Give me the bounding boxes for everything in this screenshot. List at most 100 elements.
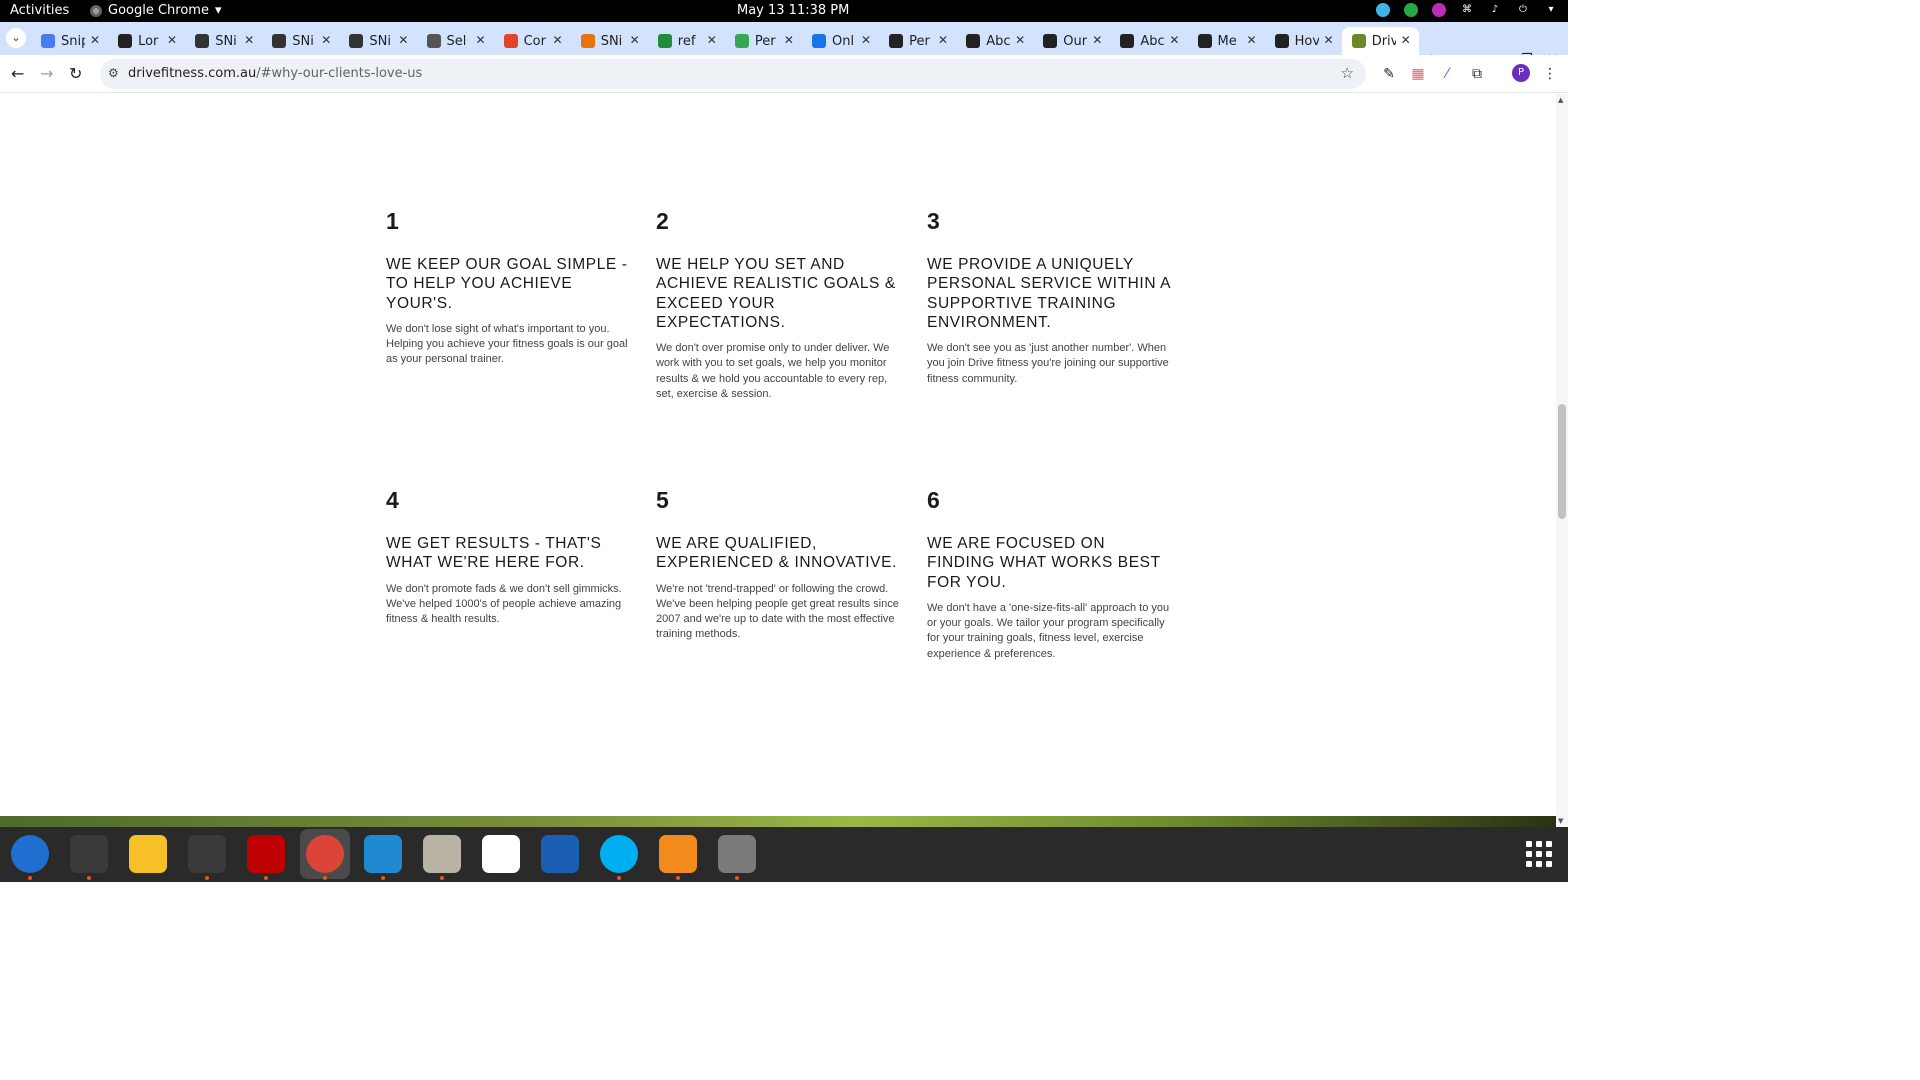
browser-tab[interactable]: Sel ✕	[417, 27, 494, 55]
skype-launcher[interactable]	[594, 829, 644, 879]
volume-icon[interactable]: ♪	[1488, 3, 1502, 17]
tab-close-icon[interactable]: ✕	[475, 33, 485, 47]
tab-title: Lor	[138, 33, 159, 49]
browser-tab[interactable]: Driv ✕	[1341, 27, 1419, 55]
tab-close-icon[interactable]: ✕	[1092, 33, 1102, 47]
tab-close-icon[interactable]: ✕	[90, 33, 100, 47]
extensions-puzzle-icon[interactable]: ⧉	[1468, 65, 1486, 83]
url-text[interactable]: drivefitness.com.au/#why-our-clients-lov…	[128, 66, 422, 81]
clock[interactable]: May 13 11:38 PM	[737, 3, 849, 18]
browser-tab[interactable]: Our ✕	[1033, 27, 1110, 55]
app-name: Google Chrome	[108, 3, 209, 18]
terminal-launcher[interactable]	[64, 829, 114, 879]
chrome-menu-icon[interactable]: ⋮	[1541, 65, 1559, 83]
tab-close-icon[interactable]: ✕	[1169, 33, 1179, 47]
tab-close-icon[interactable]: ✕	[167, 33, 177, 47]
browser-tab[interactable]: Abc ✕	[1110, 27, 1187, 55]
app-menu[interactable]: Google Chrome ▾	[90, 3, 222, 18]
forward-button[interactable]: →	[40, 64, 53, 83]
address-bar[interactable]: ⚙ drivefitness.com.au/#why-our-clients-l…	[100, 59, 1366, 89]
tab-close-icon[interactable]: ✕	[553, 33, 563, 47]
scroll-up-arrow-icon[interactable]: ▲	[1558, 96, 1563, 104]
browser-tab[interactable]: SNi ✕	[262, 27, 339, 55]
eyedropper-extension-icon[interactable]: ✎	[1380, 65, 1398, 83]
browser-tab[interactable]: Per ✕	[879, 27, 956, 55]
browser-tab[interactable]: SNi ✕	[185, 27, 262, 55]
browser-tab[interactable]: SNi ✕	[571, 27, 648, 55]
calendar-extension-icon[interactable]: ▦	[1409, 65, 1427, 83]
feature-heading: WE KEEP OUR GOAL SIMPLE - TO HELP YOU AC…	[386, 256, 628, 312]
tab-title: Hov	[1294, 33, 1319, 49]
profile-avatar[interactable]: P	[1512, 64, 1530, 82]
browser-tab[interactable]: Lor ✕	[108, 27, 185, 55]
browser-tab[interactable]: ref ✕	[648, 27, 725, 55]
thunderbird-launcher[interactable]	[5, 829, 55, 879]
tab-close-icon[interactable]: ✕	[1401, 33, 1411, 47]
chevron-down-icon[interactable]: ▾	[1544, 3, 1558, 17]
feature-number: 2	[656, 208, 669, 234]
tab-close-icon[interactable]: ✕	[1015, 33, 1025, 47]
tab-close-icon[interactable]: ✕	[398, 33, 408, 47]
running-indicator	[263, 876, 268, 880]
notes-launcher[interactable]	[123, 829, 173, 879]
tab-close-icon[interactable]: ✕	[707, 33, 717, 47]
color-picker-icon[interactable]	[1432, 3, 1446, 17]
tab-close-icon[interactable]: ✕	[321, 33, 331, 47]
tab-title: SNi	[600, 33, 623, 49]
feature-number: 6	[927, 487, 940, 513]
network-icon[interactable]: ⌘	[1460, 3, 1474, 17]
files-launcher[interactable]	[417, 829, 467, 879]
pen-extension-icon[interactable]: ⁄	[1438, 65, 1456, 83]
hero-image-strip	[0, 816, 1556, 827]
show-apps-grid-icon[interactable]	[1526, 841, 1552, 867]
feature-heading: WE HELP YOU SET AND ACHIEVE REALISTIC GO…	[656, 256, 896, 331]
page-scrollbar[interactable]: ▲ ▼	[1556, 94, 1568, 827]
tab-title: Per	[909, 33, 930, 49]
disk-utility-launcher[interactable]	[712, 829, 762, 879]
notes-icon	[128, 835, 167, 873]
activities-button[interactable]: Activities	[10, 3, 69, 18]
writer-launcher[interactable]	[535, 829, 585, 879]
tab-close-icon[interactable]: ✕	[630, 33, 640, 47]
reload-button[interactable]: ↻	[69, 64, 82, 83]
tab-favicon-icon	[966, 34, 981, 48]
scroll-down-arrow-icon[interactable]: ▼	[1558, 817, 1563, 825]
scrollbar-thumb[interactable]	[1558, 404, 1566, 519]
tab-close-icon[interactable]: ✕	[938, 33, 948, 47]
feature-block: 3 WE PROVIDE A UNIQUELY PERSONAL SERVICE …	[927, 208, 1177, 387]
power-icon[interactable]: ⏻	[1516, 3, 1530, 17]
browser-tab[interactable]: Cor ✕	[494, 27, 571, 55]
feature-description: We don't promote fads & we don't sell gi…	[386, 582, 622, 625]
browser-tab[interactable]: Abc ✕	[956, 27, 1033, 55]
check-icon[interactable]	[1404, 3, 1418, 17]
system-top-bar: Activities Google Chrome ▾ May 13 11:38 …	[0, 0, 1568, 22]
terminal-icon	[69, 835, 108, 873]
site-info-icon[interactable]: ⚙	[108, 66, 119, 80]
tab-close-icon[interactable]: ✕	[1246, 33, 1256, 47]
back-button[interactable]: ←	[11, 64, 24, 83]
text-editor-launcher[interactable]	[476, 829, 526, 879]
tab-close-icon[interactable]: ✕	[784, 33, 794, 47]
browser-tab[interactable]: Hov ✕	[1265, 27, 1342, 55]
tab-close-icon[interactable]: ✕	[861, 33, 871, 47]
bookmark-star-icon[interactable]: ☆	[1341, 64, 1354, 82]
browser-tab[interactable]: Snip ✕	[31, 27, 108, 55]
filezilla-launcher[interactable]	[241, 829, 291, 879]
tab-title: Our	[1063, 33, 1088, 49]
tab-title: Onl	[832, 33, 855, 49]
tab-title: SNi	[369, 33, 391, 49]
tab-close-icon[interactable]: ✕	[1324, 33, 1334, 47]
browser-tab[interactable]: Per ✕	[725, 27, 802, 55]
tab-title: Sel	[446, 33, 467, 49]
tab-search-button[interactable]: ⌄	[6, 28, 26, 48]
browser-tab[interactable]: Me ✕	[1188, 27, 1265, 55]
tab-close-icon[interactable]: ✕	[244, 33, 254, 47]
browser-tab[interactable]: SNi ✕	[339, 27, 416, 55]
network-app-icon[interactable]	[1376, 3, 1390, 17]
ember-launcher[interactable]	[653, 829, 703, 879]
browser-tab[interactable]: Onl ✕	[802, 27, 879, 55]
vscode-launcher[interactable]	[358, 829, 408, 879]
tab-favicon-icon	[580, 34, 595, 48]
chrome-launcher[interactable]	[299, 829, 350, 879]
system-monitor-launcher[interactable]	[182, 829, 232, 879]
